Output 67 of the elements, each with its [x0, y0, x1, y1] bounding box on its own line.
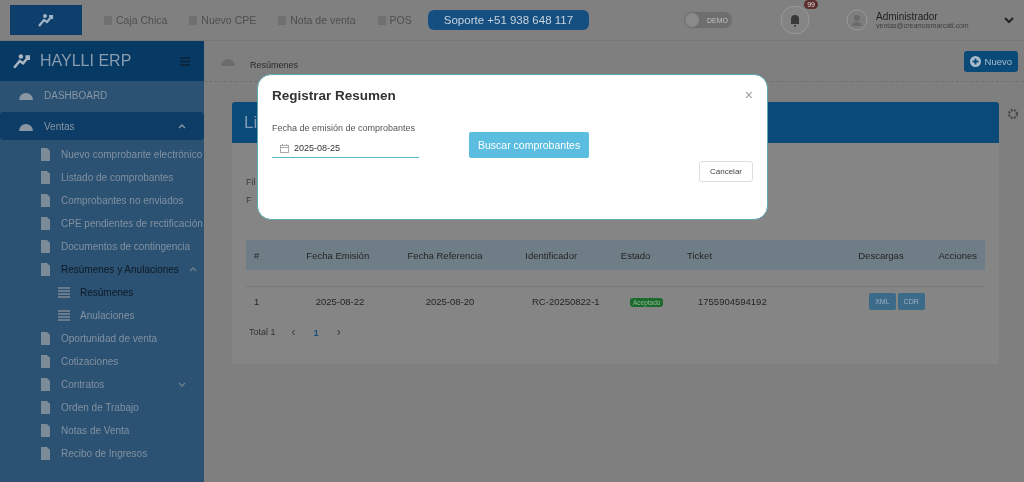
document-icon: [40, 355, 51, 368]
column-header: Fecha Emisión: [305, 249, 371, 261]
document-icon: [40, 194, 51, 207]
brand-name: HAYLLI ERP: [40, 52, 133, 70]
runner-icon: [36, 12, 56, 28]
sidebar-item[interactable]: Resúmenes y Anulaciones: [0, 258, 204, 281]
sidebar-item[interactable]: CPE pendientes de rectificación: [0, 212, 204, 235]
table-cell-text: 2025-08-20: [424, 295, 476, 307]
document-icon: [40, 240, 51, 253]
document-icon: [40, 332, 51, 345]
document-icon: [40, 378, 51, 391]
card-title: Li: [244, 112, 258, 133]
sidebar-item[interactable]: Oportunidad de venta: [0, 327, 204, 350]
document-icon: [40, 401, 51, 414]
plus-circle-icon: [969, 55, 981, 67]
column-header: Estado: [620, 249, 652, 261]
close-button[interactable]: ×: [744, 87, 753, 103]
column-header: #: [253, 249, 261, 261]
search-button[interactable]: Buscar comprobantes: [469, 132, 590, 158]
total-count: Total 1: [249, 327, 276, 337]
sidebar-item[interactable]: Orden de Trabajo: [0, 396, 204, 419]
filter-label: Fil: [246, 176, 257, 187]
sidebar-item[interactable]: Notas de Venta: [0, 419, 204, 442]
sidebar-item[interactable]: DASHBOARD: [0, 81, 204, 109]
column-header: Ticket: [687, 249, 714, 261]
document-icon: [40, 424, 51, 437]
page-button[interactable]: 1: [311, 326, 321, 338]
sidebar-item[interactable]: Recibo de Ingresos: [0, 442, 204, 465]
cancel-button[interactable]: Cancelar: [699, 161, 753, 182]
bell-icon[interactable]: [780, 5, 810, 35]
modal-title: Registrar Resumen: [272, 87, 396, 103]
settings-icon[interactable]: [1007, 108, 1019, 120]
sidebar-item[interactable]: Documentos de contingencia: [0, 235, 204, 258]
user-name: Administrador: [876, 11, 939, 22]
list-icon: [58, 310, 70, 321]
list-icon: [58, 287, 70, 298]
sidebar-item[interactable]: Nuevo comprobante electrónico: [0, 143, 204, 166]
sidebar-item[interactable]: Listado de comprobantes: [0, 166, 204, 189]
new-button[interactable]: Nuevo: [963, 50, 1018, 72]
column-header: Identificador: [524, 249, 579, 261]
document-icon: [40, 263, 51, 276]
table-cell-text: RC-20250822-1: [531, 295, 601, 307]
column-header: Acciones: [938, 249, 978, 261]
document-icon: [40, 217, 51, 230]
breadcrumb: Resúmenes: [250, 60, 299, 70]
document-icon: [40, 148, 51, 161]
sidebar-item[interactable]: Comprobantes no enviados: [0, 189, 204, 212]
calendar-icon: [280, 143, 289, 153]
prev-page-button[interactable]: ‹: [289, 325, 298, 339]
sidebar-item[interactable]: Resúmenes: [0, 281, 204, 304]
logo-box[interactable]: [10, 5, 82, 35]
column-header: Fecha Referencia: [406, 249, 484, 261]
next-page-button[interactable]: ›: [334, 325, 343, 339]
sidebar-item[interactable]: Contratos: [0, 373, 204, 396]
field-label: Fecha de emisión de comprobantes: [272, 123, 417, 133]
table-cell-text: 1: [253, 295, 261, 307]
chevron-down-icon[interactable]: [1004, 16, 1014, 24]
document-icon: [40, 447, 51, 460]
support-badge[interactable]: Soporte +51 938 648 117: [427, 10, 590, 30]
sidebar-item[interactable]: Ventas: [0, 112, 204, 140]
sidebar-item[interactable]: Cotizaciones: [0, 350, 204, 373]
table-cell-text: 1755904594192: [698, 295, 768, 307]
column-header: Descargas: [857, 249, 905, 261]
date-field[interactable]: 2025-08-25: [272, 139, 419, 158]
table-cell-text: 2025-08-22: [314, 295, 366, 307]
sidebar-item[interactable]: Anulaciones: [0, 304, 204, 327]
document-icon: [40, 171, 51, 184]
